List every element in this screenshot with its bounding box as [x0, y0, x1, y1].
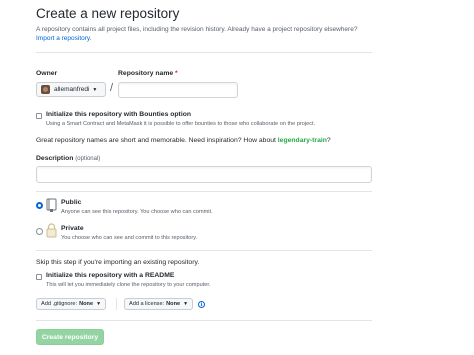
readme-title: Initialize this repository with a README: [46, 272, 175, 279]
chevron-down-icon: ▼: [96, 301, 102, 307]
divider: [36, 191, 372, 192]
repository-name-input[interactable]: [118, 82, 238, 98]
owner-label: Owner: [36, 70, 58, 77]
readme-checkbox[interactable]: [36, 274, 42, 280]
license-select[interactable]: Add a license: None ▼: [124, 298, 194, 310]
readme-desc: This will let you immediately clone the …: [46, 282, 211, 288]
intro-description: A repository contains all project files,…: [36, 26, 358, 33]
public-title: Public: [61, 199, 82, 206]
license-label: Add a license:: [129, 301, 165, 307]
lock-icon: [46, 223, 57, 238]
divider: [36, 320, 372, 321]
divider: [36, 52, 372, 53]
license-value: None: [166, 301, 181, 307]
bounties-option-title: Initialize this repository with Bounties…: [46, 111, 192, 118]
description-input[interactable]: [36, 166, 372, 183]
repository-name-label: Repository name *: [118, 70, 178, 77]
private-radio[interactable]: [36, 228, 43, 235]
inspiration-suffix: ?: [326, 137, 331, 144]
avatar: [41, 85, 50, 94]
intro-text: A repository contains all project files,…: [36, 25, 366, 43]
page-title: Create a new repository: [36, 6, 180, 21]
slash-separator: /: [110, 82, 114, 94]
owner-value: allemanfredi: [54, 86, 90, 93]
name-suggestion[interactable]: legendary-train: [278, 137, 327, 144]
vertical-divider: [116, 298, 117, 310]
chevron-down-icon: ▼: [183, 301, 189, 307]
chevron-down-icon: ▼: [92, 86, 98, 93]
gitignore-select[interactable]: Add .gitignore: None ▼: [36, 298, 107, 310]
repository-name-label-text: Repository name: [118, 70, 174, 77]
inspiration-text: Great repository names are short and mem…: [36, 137, 331, 144]
gitignore-label: Add .gitignore:: [41, 301, 78, 307]
description-optional: (optional): [75, 156, 101, 162]
private-title: Private: [61, 225, 84, 232]
import-repository-link[interactable]: Import a repository.: [36, 35, 92, 42]
owner-select[interactable]: allemanfredi ▼: [36, 82, 106, 97]
inspiration-message: Great repository names are short and mem…: [36, 137, 276, 144]
public-desc: Anyone can see this repository. You choo…: [61, 209, 213, 215]
repo-book-icon: [46, 198, 57, 212]
bounties-checkbox[interactable]: [36, 113, 42, 119]
required-mark: *: [175, 70, 178, 77]
description-label-text: Description: [36, 155, 74, 162]
divider: [36, 250, 372, 251]
gitignore-value: None: [79, 301, 94, 307]
public-radio[interactable]: [36, 202, 43, 209]
create-repository-button[interactable]: Create repository: [36, 329, 104, 345]
bounties-option-desc: Using a Smart Contract and MetaMask it i…: [46, 121, 316, 127]
skip-text: Skip this step if you're importing an ex…: [36, 259, 200, 266]
description-label: Description (optional): [36, 155, 100, 162]
private-desc: You choose who can see and commit to thi…: [61, 235, 198, 241]
info-icon[interactable]: i: [198, 301, 205, 308]
